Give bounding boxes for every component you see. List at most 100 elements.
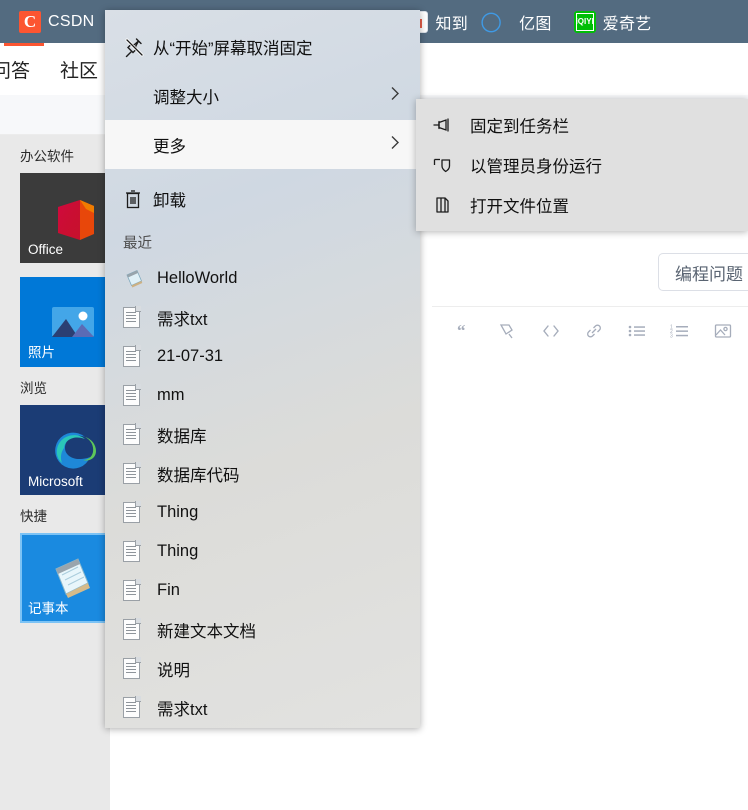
editor-header: 编程问题	[432, 235, 748, 307]
unpin-icon	[123, 36, 153, 58]
tile-group-label-quick: 快捷	[20, 509, 47, 524]
tile-context-menu: 从“开始”屏幕取消固定 调整大小 更多 卸载 最近 HelloWorld 需求t…	[105, 10, 420, 728]
quote-icon[interactable]: “	[454, 320, 476, 342]
document-icon	[123, 618, 157, 640]
context-menu-label-more: 更多	[153, 137, 186, 156]
bullet-list-icon[interactable]	[626, 320, 648, 342]
image-icon[interactable]	[712, 320, 734, 342]
document-icon	[123, 657, 157, 679]
svg-text:“: “	[457, 321, 466, 340]
format-brush-icon[interactable]	[497, 320, 519, 342]
submenu-label-open-file-location: 打开文件位置	[470, 198, 569, 216]
list-item[interactable]: mm	[105, 376, 420, 415]
context-menu-item-more[interactable]: 更多	[105, 120, 420, 169]
context-menu-label-uninstall: 卸载	[153, 191, 186, 210]
list-item[interactable]: 21-07-31	[105, 337, 420, 376]
recent-file-label: 数据库代码	[157, 466, 240, 485]
submenu-item-open-file-location[interactable]: 打开文件位置	[416, 185, 748, 225]
list-item[interactable]: 说明	[105, 649, 420, 688]
recent-file-label: 说明	[157, 661, 190, 680]
tag-pill[interactable]: 编程问题	[658, 253, 748, 291]
submenu-label-run-as-admin: 以管理员身份运行	[470, 158, 602, 176]
document-icon	[123, 579, 157, 601]
recent-files-list: HelloWorld 需求txt 21-07-31 mm 数据库 数据库代码 T…	[105, 259, 420, 728]
recent-file-label: 数据库	[157, 427, 207, 446]
notepad-small-icon	[123, 268, 157, 290]
tile-notepad[interactable]: 记事本	[20, 533, 110, 623]
csdn-logo-icon: C	[19, 10, 41, 33]
tile-label-photos: 照片	[28, 345, 55, 360]
yitu-icon: ⃝	[490, 11, 512, 33]
list-item[interactable]: HelloWorld	[105, 259, 420, 298]
list-item[interactable]: 数据库代码	[105, 454, 420, 493]
context-menu-label-unpin: 从“开始”屏幕取消固定	[153, 39, 313, 58]
photos-icon	[50, 301, 96, 347]
document-icon	[123, 501, 157, 523]
recent-file-label: Thing	[157, 503, 199, 521]
list-item[interactable]: Thing	[105, 532, 420, 571]
recent-file-label: 需求txt	[157, 700, 208, 719]
context-menu-label-resize: 调整大小	[153, 88, 219, 107]
bookmark-yitu[interactable]: ⃝ 亿图	[479, 0, 563, 43]
recent-file-label: 需求txt	[157, 310, 208, 329]
shield-admin-icon	[432, 154, 470, 176]
list-item[interactable]: 需求txt	[105, 298, 420, 337]
nav-item-community[interactable]: 社区	[60, 56, 98, 83]
chevron-right-icon-resize	[388, 84, 402, 107]
iqiyi-icon: iQIYI	[573, 10, 596, 33]
bookmark-csdn[interactable]: C CSDN	[8, 0, 106, 43]
document-icon	[123, 345, 157, 367]
submenu-item-pin-taskbar[interactable]: 固定到任务栏	[416, 105, 748, 145]
tile-group-label-office: 办公软件	[20, 149, 74, 164]
context-menu-item-resize[interactable]: 调整大小	[105, 71, 420, 120]
numbered-list-icon[interactable]: 1 2 3	[669, 320, 691, 342]
bookmark-iqiyi[interactable]: iQIYI 爱奇艺	[563, 0, 663, 43]
tile-label-notepad: 记事本	[28, 601, 69, 616]
list-item[interactable]: 实验3-1	[105, 727, 420, 728]
list-item[interactable]: Fin	[105, 571, 420, 610]
list-item[interactable]: 新建文本文档	[105, 610, 420, 649]
bookmark-label-csdn: CSDN	[48, 12, 95, 30]
nav-item-qa[interactable]: 问答	[0, 56, 30, 83]
document-icon	[123, 696, 157, 718]
chevron-right-icon-more	[388, 133, 402, 156]
pin-taskbar-icon	[432, 114, 470, 136]
tile-office[interactable]: Office	[20, 173, 110, 263]
office-icon	[50, 197, 96, 243]
open-folder-icon	[432, 194, 470, 216]
edge-icon	[50, 429, 96, 475]
answer-editor-panel: 编程问题 “ 1 2 3	[432, 235, 748, 810]
tile-label-office: Office	[28, 242, 64, 257]
svg-text:3: 3	[670, 334, 673, 340]
list-item[interactable]: 需求txt	[105, 688, 420, 727]
list-item[interactable]: 数据库	[105, 415, 420, 454]
recent-file-label: Thing	[157, 542, 199, 560]
code-icon[interactable]	[540, 320, 562, 342]
bookmark-label-zhidao: 知到	[435, 15, 469, 33]
nav-active-underline	[4, 43, 44, 46]
tile-label-edge: Microsoft	[28, 474, 83, 489]
recent-file-label: Fin	[157, 581, 180, 599]
tile-edge[interactable]: Microsoft	[20, 405, 110, 495]
document-icon	[123, 384, 157, 406]
context-menu-item-unpin[interactable]: 从“开始”屏幕取消固定	[105, 22, 420, 71]
context-menu-item-uninstall[interactable]: 卸载	[105, 174, 420, 223]
more-submenu: 固定到任务栏 以管理员身份运行 打开文件位置	[416, 99, 748, 231]
editor-toolbar: “ 1 2 3	[432, 307, 748, 355]
recent-file-label: mm	[157, 386, 185, 404]
trash-icon	[123, 188, 153, 210]
submenu-item-run-as-admin[interactable]: 以管理员身份运行	[416, 145, 748, 185]
recent-file-label: 新建文本文档	[157, 622, 256, 641]
bookmark-label-yitu: 亿图	[519, 15, 552, 33]
document-icon	[123, 462, 157, 484]
list-item[interactable]: Thing	[105, 493, 420, 532]
submenu-label-pin-taskbar: 固定到任务栏	[470, 118, 569, 136]
link-icon[interactable]	[583, 320, 605, 342]
tile-photos[interactable]: 照片	[20, 277, 110, 367]
context-menu-section-recent: 最近	[123, 236, 152, 252]
document-icon	[123, 423, 157, 445]
document-icon	[123, 306, 157, 328]
bookmark-label-iqiyi: 爱奇艺	[602, 15, 652, 33]
start-menu-tiles-panel: 办公软件 Office 照片 浏览 Microsoft 快捷 记事本	[0, 135, 110, 810]
recent-file-label: 21-07-31	[157, 347, 224, 365]
